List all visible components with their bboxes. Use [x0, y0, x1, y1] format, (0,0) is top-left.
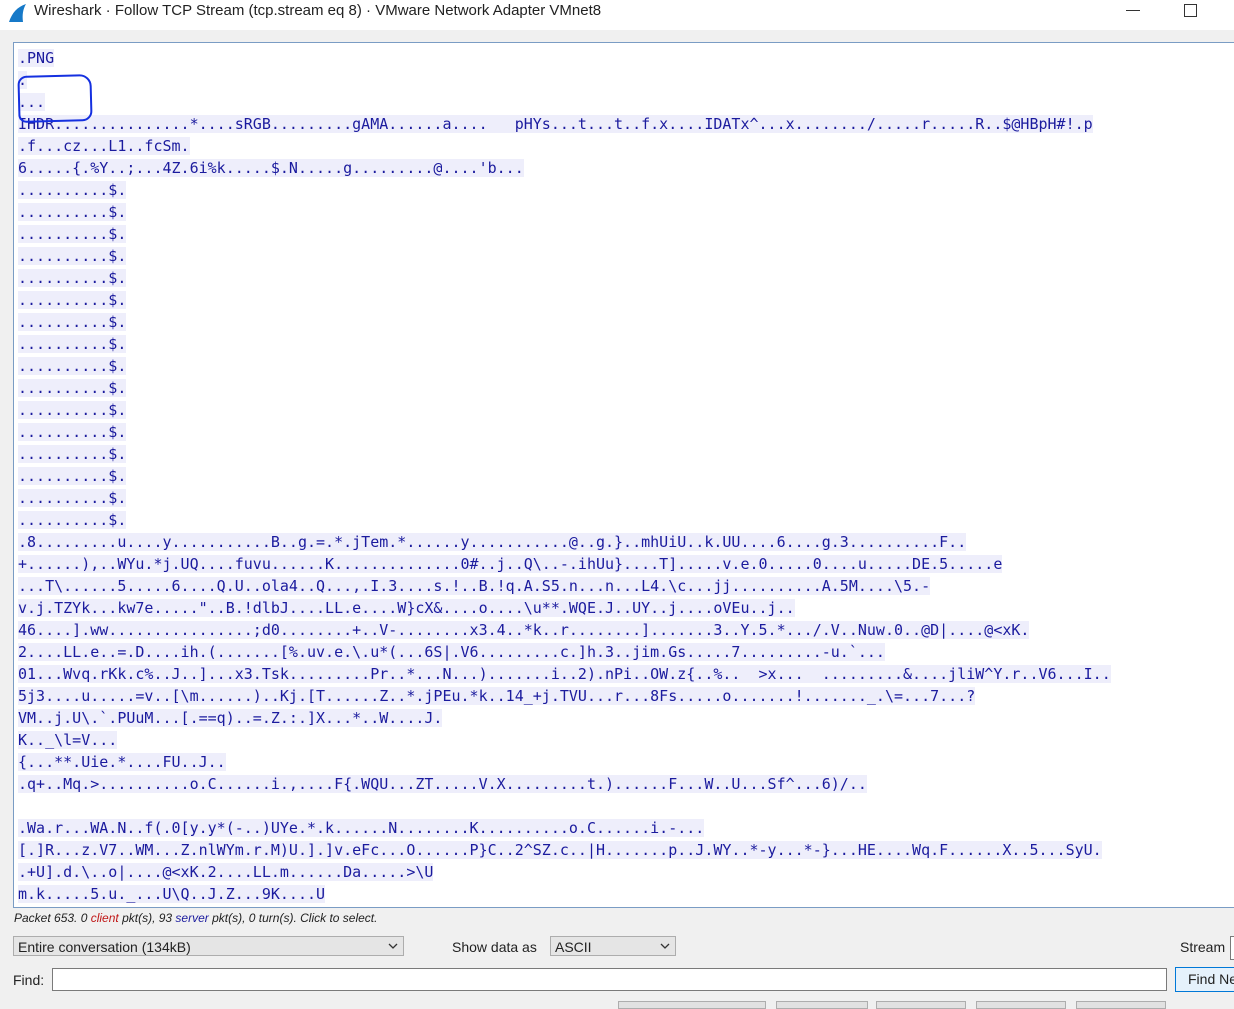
- client-label: client: [90, 911, 119, 925]
- chevron-down-icon: [660, 943, 670, 949]
- window-title: Wireshark · Follow TCP Stream (tcp.strea…: [34, 2, 602, 19]
- stream-line: ..........$.: [18, 313, 127, 331]
- conversation-select[interactable]: Entire conversation (134kB): [13, 936, 404, 956]
- stream-line: 01...Wvq.rKk.c%..J..]...x3.Tsk.........P…: [18, 665, 1111, 683]
- find-label: Find:: [13, 972, 45, 988]
- stream-line: ..........$.: [18, 423, 127, 441]
- stream-line: ..........$.: [18, 225, 127, 243]
- stream-line: ..........$.: [18, 511, 127, 529]
- stream-line: [.]R...z.V7..WM...Z.nlWYm.r.M)U.].]v.eFc…: [18, 841, 1102, 859]
- stream-line: +......),..WYu.*j.UQ....fuvu......K.....…: [18, 555, 1003, 573]
- back-button[interactable]: [976, 1001, 1066, 1009]
- save-as-button[interactable]: [876, 1001, 966, 1009]
- stream-line: ..........$.: [18, 181, 127, 199]
- title-bar: Wireshark · Follow TCP Stream (tcp.strea…: [0, 0, 1234, 30]
- stream-line: .PNG: [18, 49, 55, 67]
- stream-line: [18, 795, 1111, 817]
- stream-line: .q+..Mq.>..........o.C......i.,....F{.WQ…: [18, 775, 867, 793]
- stream-line: ..........$.: [18, 379, 127, 397]
- stream-label: Stream: [1180, 939, 1226, 955]
- stream-line: ..........$.: [18, 269, 127, 287]
- maximize-icon[interactable]: [1184, 4, 1197, 17]
- server-label: server: [175, 911, 209, 925]
- find-input[interactable]: [52, 968, 1167, 991]
- stream-line: IHDR...............*....sRGB.........gAM…: [18, 115, 1093, 133]
- stream-line: VM..j.U\.`.PUuM...[.==q)..=.Z.:.]X...*..…: [18, 709, 443, 727]
- stream-line: ..........$.: [18, 401, 127, 419]
- stream-line: 2....LL.e..=.D....ih.(.......[%.uv.e.\.u…: [18, 643, 885, 661]
- stream-line: .8.........u....y...........B..g.=.*.jTe…: [18, 533, 967, 551]
- stream-line: ..........$.: [18, 335, 127, 353]
- stream-line: {...**.Uie.*....FU..J..: [18, 753, 226, 771]
- stream-line: ..........$.: [18, 291, 127, 309]
- stream-line: .Wa.r...WA.N..f(.0[y.y*(-..)UYe.*.k.....…: [18, 819, 705, 837]
- stream-line: ..........$.: [18, 489, 127, 507]
- stream-line: ...: [18, 93, 46, 111]
- stream-lines: .PNG.... IHDR...............*....sRGB....…: [18, 47, 1111, 905]
- find-next-button[interactable]: Find Ne: [1175, 967, 1234, 992]
- minimize-icon[interactable]: [1126, 10, 1140, 11]
- packet-status: Packet 653. 0 client pkt(s), 93 server p…: [14, 911, 378, 925]
- stream-line: ..........$.: [18, 467, 127, 485]
- show-data-as-label: Show data as: [452, 939, 537, 955]
- stream-line: K.._\l=V...: [18, 731, 118, 749]
- stream-line: ..........$.: [18, 357, 127, 375]
- stream-line: .+U].d.\..o|....@<xK.2....LL.m......Da..…: [18, 863, 434, 881]
- chevron-down-icon: [388, 943, 398, 949]
- stream-line: .f...cz...L1..fcSm.: [18, 137, 190, 155]
- stream-number-spinbox[interactable]: [1230, 936, 1234, 960]
- stream-line: ..........$.: [18, 247, 127, 265]
- stream-line: .: [18, 71, 28, 89]
- stream-line: m.k.....5.u._...U\Q..J.Z...9K....U: [18, 885, 326, 903]
- show-data-as-select[interactable]: ASCII: [550, 936, 676, 956]
- stream-line: ..........$.: [18, 445, 127, 463]
- stream-content-panel[interactable]: .PNG.... IHDR...............*....sRGB....…: [13, 42, 1234, 908]
- print-button[interactable]: [776, 1001, 868, 1009]
- png-annotation-circle: [17, 74, 93, 123]
- filter-out-button[interactable]: [618, 1001, 766, 1009]
- stream-line: v.j.TZYk...kw7e....."..B.!dlbJ....LL.e..…: [18, 599, 795, 617]
- stream-line: ..........$.: [18, 203, 127, 221]
- stream-line: 46....].ww................;d0........+..…: [18, 621, 1030, 639]
- stream-line: ...T\......5.....6....Q.U..ola4..Q...,.I…: [18, 577, 931, 595]
- wireshark-fin-icon: [9, 4, 26, 22]
- stream-line: 6.....{.%Y..;...4Z.6i%k.....$.N.....g...…: [18, 159, 524, 177]
- close-button[interactable]: [1076, 1001, 1166, 1009]
- stream-line: 5j3....u.....=v..[\m......)..Kj.[T......…: [18, 687, 976, 705]
